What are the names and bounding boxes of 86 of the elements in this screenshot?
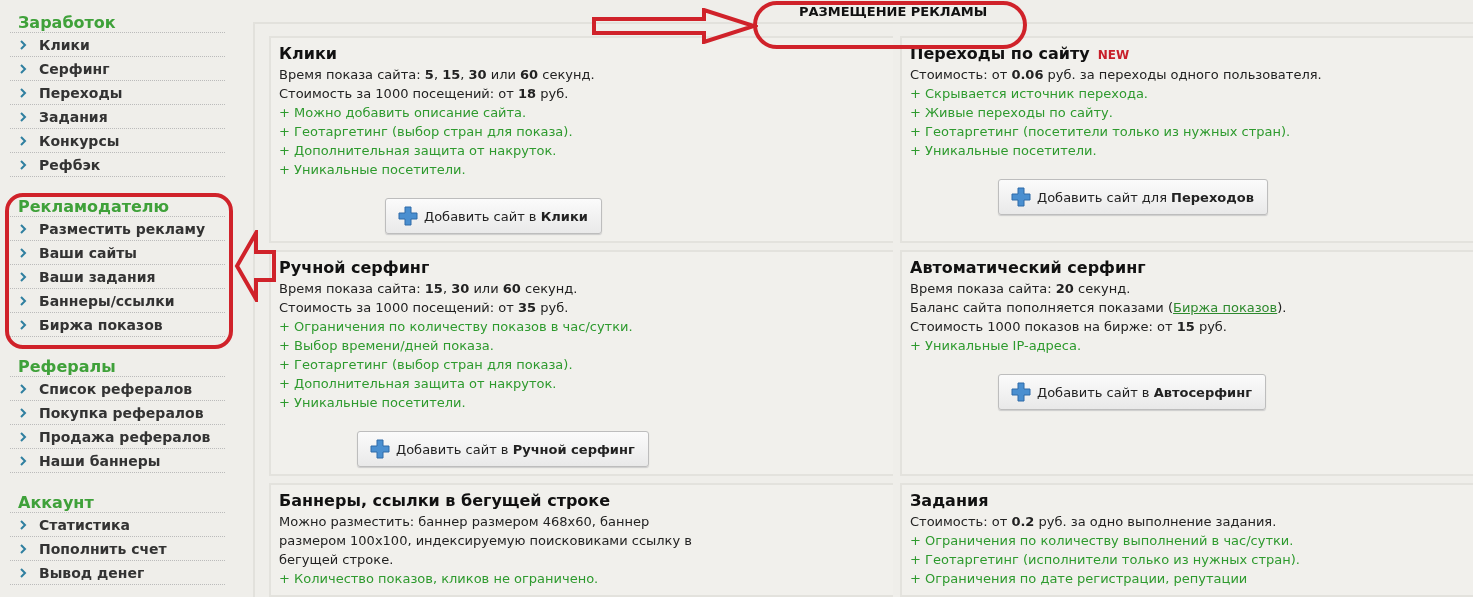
chevron-icon [20,295,27,306]
add-site-button[interactable]: Добавить сайт в Клики [385,198,602,234]
plus-icon [370,439,390,459]
sidebar-item[interactable]: Ваши сайты [10,241,225,265]
info-line: Время показа сайта: 5, 15, 30 или 60 секунд. [279,66,596,84]
feature-line: + Ограничения по количеству выполнений в час/сутки. [910,532,1295,550]
chevron-icon [20,543,27,554]
card-title: Переходы по сайту NEW [910,44,1131,63]
feature-line: + Уникальные посетители. [279,161,467,179]
info-line: Стоимость за 1000 посещений: от 35 руб. [279,299,570,317]
sidebar-item[interactable]: Покупка рефералов [10,401,225,425]
sidebar-item[interactable]: Статистика [10,513,225,537]
feature-line: + Дополнительная защита от накруток. [279,142,558,160]
feature-line: + Количество показов, кликов не ограничено. [279,570,600,588]
sidebar-item[interactable]: Биржа показов [10,313,225,337]
chevron-icon [20,223,27,234]
add-site-button[interactable]: Добавить сайт в Автосерфинг [998,374,1266,410]
feature-line: + Ограничения по дате регистрации, репутации [910,570,1249,588]
card-title: Задания [910,491,990,510]
card-title: Автоматический серфинг [910,258,1147,277]
sidebar-item[interactable]: Наши баннеры [10,449,225,473]
chevron-icon [20,87,27,98]
add-site-button[interactable]: Добавить сайт для Переходов [998,179,1268,215]
feature-line: + Уникальные посетители. [279,394,467,412]
sidebar-item[interactable]: Продажа рефералов [10,425,225,449]
sidebar-item[interactable]: Разместить рекламу [10,217,225,241]
sidebar-item[interactable]: Клики [10,33,225,57]
chevron-icon [20,111,27,122]
chevron-icon [20,159,27,170]
chevron-icon [20,247,27,258]
sidebar-item[interactable]: Конкурсы [10,129,225,153]
feature-line: + Живые переходы по сайту. [910,104,1114,122]
section-heading: Рекламодателю [10,196,225,217]
chevron-icon [20,319,27,330]
card-title: Ручной серфинг [279,258,431,277]
add-site-button[interactable]: Добавить сайт в Ручной серфинг [357,431,649,467]
chevron-icon [20,135,27,146]
feature-line: + Можно добавить описание сайта. [279,104,528,122]
info-line: Стоимость: от 0.2 руб. за одно выполнение задания. [910,513,1278,531]
feature-line: + Геотаргетинг (посетители только из нужных стран). [910,123,1292,141]
sidebar-item[interactable]: Пополнить счет [10,537,225,561]
feature-line: + Уникальные посетители. [910,142,1098,160]
feature-line: + Геотаргетинг (выбор стран для показа). [279,356,574,374]
sidebar-item[interactable]: Вывод денег [10,561,225,585]
annotation-arrow [234,230,276,302]
info-line: Можно разместить: баннер размером 468x60, баннер размером 100x100, индексируемую поисковиками ссылку в бегущей строке. [279,513,693,569]
feature-line: + Ограничения по количеству показов в час/сутки. [279,318,634,336]
exchange-link[interactable]: Биржа показов [1173,300,1278,315]
info-line: Стоимость за 1000 посещений: от 18 руб. [279,85,570,103]
chevron-icon [20,519,27,530]
sidebar-item[interactable]: Серфинг [10,57,225,81]
sidebar-item[interactable]: Рефбэк [10,153,225,177]
sidebar-item[interactable]: Задания [10,105,225,129]
feature-line: + Скрывается источник перехода. [910,85,1149,103]
info-line: Стоимость 1000 показов на бирже: от 15 руб. [910,318,1228,336]
chevron-icon [20,567,27,578]
chevron-icon [20,271,27,282]
chevron-icon [20,455,27,466]
chevron-icon [20,407,27,418]
section-heading: Рефералы [10,356,225,377]
chevron-icon [20,431,27,442]
info-line: Время показа сайта: 20 секунд. [910,280,1132,298]
sidebar-item[interactable]: Баннеры/ссылки [10,289,225,313]
feature-line: + Уникальные IP-адреса. [910,337,1083,355]
page-title: РАЗМЕЩЕНИЕ РЕКЛАМЫ [798,3,988,19]
section-heading: Заработок [10,12,225,33]
info-line: Время показа сайта: 15, 30 или 60 секунд. [279,280,579,298]
plus-icon [398,206,418,226]
feature-line: + Геотаргетинг (исполнители только из нужных стран). [910,551,1301,569]
feature-line: + Геотаргетинг (выбор стран для показа). [279,123,574,141]
sidebar-item[interactable]: Ваши задания [10,265,225,289]
chevron-icon [20,63,27,74]
card-title: Баннеры, ссылки в бегущей строке [279,491,612,510]
feature-line: + Дополнительная защита от накруток. [279,375,558,393]
new-label: NEW [1097,48,1130,62]
info-line: Баланс сайта пополняется показами (Биржа показов). [910,299,1288,317]
card-title: Клики [279,44,339,63]
feature-line: + Выбор времени/дней показа. [279,337,495,355]
section-heading: Аккаунт [10,492,225,513]
info-line: Стоимость: от 0.06 руб. за переходы одного пользователя. [910,66,1323,84]
sidebar-item[interactable]: Список рефералов [10,377,225,401]
sidebar-item[interactable]: Переходы [10,81,225,105]
plus-icon [1011,187,1031,207]
chevron-icon [20,39,27,50]
plus-icon [1011,382,1031,402]
chevron-icon [20,383,27,394]
